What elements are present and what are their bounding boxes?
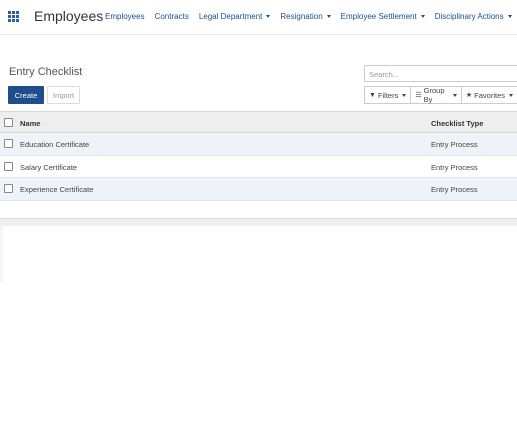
create-button[interactable]: Create	[8, 86, 44, 104]
favorites-button[interactable]: ★ Favorites	[460, 86, 517, 104]
table-header: Name Checklist Type	[0, 111, 517, 133]
table-row[interactable]: Salary Certificate Entry Process	[0, 156, 517, 178]
star-icon: ★	[465, 92, 473, 99]
apps-grid-icon[interactable]	[8, 11, 19, 22]
caret-down-icon	[402, 93, 407, 97]
cell-name: Education Certificate	[20, 140, 90, 149]
search-options: ▼ Filters ☰ Group By ★ Favorites	[364, 86, 517, 104]
caret-down-icon	[507, 15, 512, 18]
menu-item-disciplinary-actions[interactable]: Disciplinary Actions	[435, 12, 512, 21]
menu-item-employees[interactable]: Employees	[105, 12, 145, 21]
caret-down-icon	[326, 15, 331, 18]
filter-icon: ▼	[369, 91, 376, 99]
cell-checklist-type: Entry Process	[431, 162, 478, 172]
caret-down-icon	[266, 15, 271, 18]
cell-name: Salary Certificate	[20, 162, 78, 172]
menu-item-legal-department[interactable]: Legal Department	[199, 12, 271, 21]
page-title: Entry Checklist	[9, 66, 83, 78]
select-all-checkbox[interactable]	[4, 118, 13, 127]
cell-checklist-type: Entry Process	[431, 185, 478, 194]
menu-item-contracts[interactable]: Contracts	[155, 12, 189, 21]
search-input[interactable]: Search...	[364, 65, 517, 82]
row-checkbox[interactable]	[4, 139, 13, 148]
group-by-button[interactable]: ☰ Group By	[410, 86, 462, 104]
main-menu: Employees Contracts Legal Department Res…	[105, 12, 517, 21]
cell-name: Experience Certificate	[20, 185, 94, 194]
column-header-checklist-type[interactable]: Checklist Type	[431, 119, 483, 128]
caret-down-icon	[452, 93, 457, 97]
list-icon: ☰	[415, 92, 422, 99]
app-title: Employees	[34, 8, 104, 24]
menu-item-employee-settlement[interactable]: Employee Settlement	[341, 12, 425, 21]
top-navbar: Employees Employees Contracts Legal Depa…	[0, 0, 517, 34]
list-table: Name Checklist Type Education Certificat…	[0, 111, 517, 201]
row-checkbox[interactable]	[4, 161, 13, 171]
table-footer	[0, 218, 517, 226]
control-panel: Entry Checklist Create Import Search... …	[0, 34, 517, 224]
caret-down-icon	[420, 15, 425, 18]
cell-checklist-type: Entry Process	[431, 140, 478, 149]
caret-down-icon	[509, 93, 513, 97]
column-header-name[interactable]: Name	[20, 119, 40, 128]
row-checkbox[interactable]	[4, 184, 13, 193]
import-button[interactable]: Import	[47, 86, 80, 104]
table-row[interactable]: Education Certificate Entry Process	[0, 133, 517, 156]
filters-button[interactable]: ▼ Filters	[364, 86, 412, 104]
table-row[interactable]: Experience Certificate Entry Process	[0, 178, 517, 201]
menu-item-resignation[interactable]: Resignation	[280, 12, 331, 21]
